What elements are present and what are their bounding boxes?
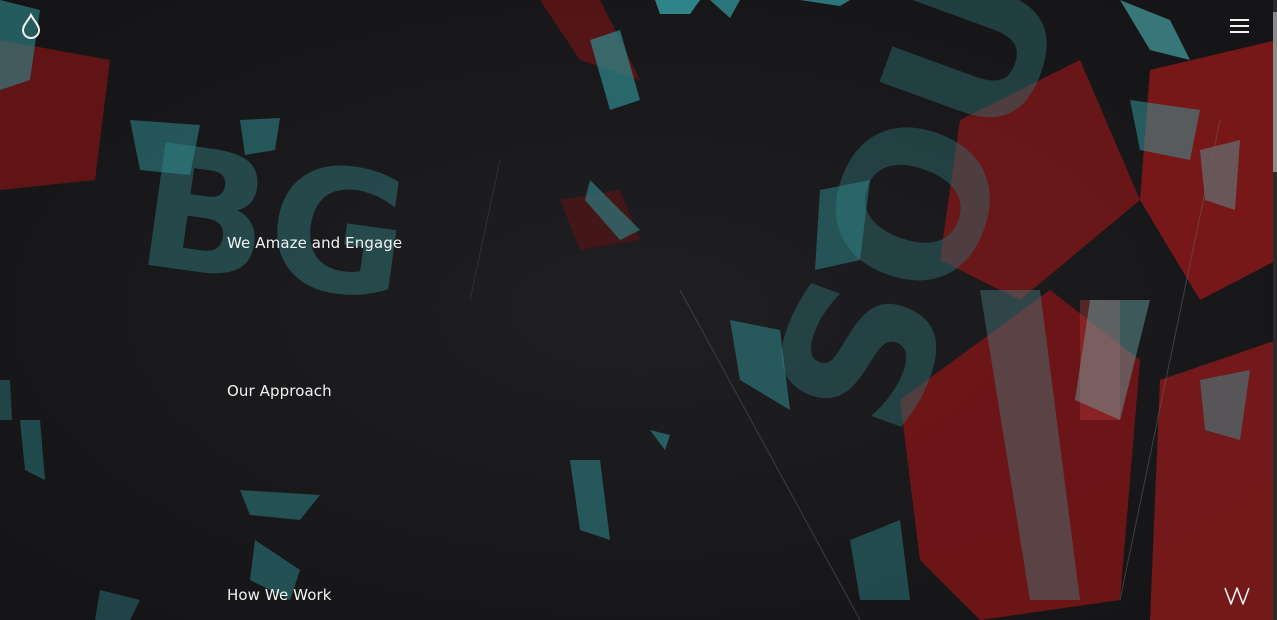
- scrollbar-track[interactable]: [1273, 0, 1277, 620]
- nav-link-how-we-work[interactable]: How We Work: [227, 586, 332, 604]
- hamburger-menu-icon[interactable]: [1230, 19, 1252, 37]
- droplet-icon[interactable]: [20, 13, 42, 39]
- nav-link-we-amaze-and-engage[interactable]: We Amaze and Engage: [227, 234, 402, 252]
- menu-bar: [1230, 31, 1249, 33]
- nav-link-our-approach[interactable]: Our Approach: [227, 382, 332, 400]
- menu-bar: [1230, 25, 1249, 27]
- menu-bar: [1230, 19, 1249, 21]
- waveform-icon[interactable]: [1223, 586, 1251, 606]
- background-artwork: BG SOU: [0, 0, 1277, 620]
- scrollbar-thumb[interactable]: [1273, 12, 1277, 172]
